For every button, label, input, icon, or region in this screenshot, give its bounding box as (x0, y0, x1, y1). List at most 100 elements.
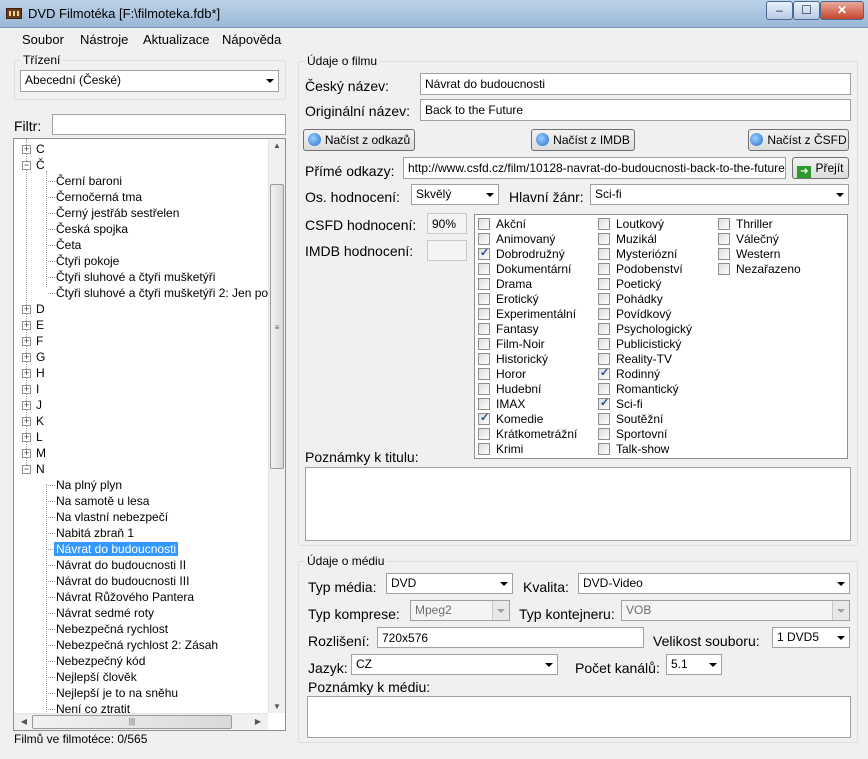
checkbox[interactable] (478, 233, 490, 245)
genre-checkbox-item[interactable]: Romantický (598, 382, 679, 396)
genre-checkbox-item[interactable]: Akční (478, 217, 526, 231)
load-from-csfd-button[interactable]: Načíst z ČSFD (748, 129, 849, 151)
tree-item[interactable]: Nejlepší člověk (56, 670, 137, 684)
expand-icon[interactable]: + (22, 401, 31, 410)
genre-checkbox-item[interactable]: Krimi (478, 442, 523, 456)
genre-checkbox-item[interactable]: Sportovní (598, 427, 667, 441)
genre-checkbox-item[interactable]: Erotický (478, 292, 539, 306)
tree-node-c-caron[interactable]: Č (36, 158, 45, 172)
compression-type-select[interactable]: Mpeg2 (410, 600, 510, 621)
scroll-left-arrow-icon[interactable]: ◀ (16, 717, 32, 726)
title-notes-textarea[interactable] (305, 467, 851, 541)
genre-checkbox-item[interactable]: Rodinný (598, 366, 660, 381)
tree-item-selected[interactable]: Návrat do budoucnosti (54, 542, 179, 556)
quality-select[interactable]: DVD-Video (578, 573, 850, 594)
genre-checkbox-item[interactable]: Fantasy (478, 322, 539, 336)
genre-checkbox-item[interactable]: Podobenství (598, 262, 683, 276)
checked-checkbox[interactable] (478, 411, 490, 425)
tree-hscroll-thumb[interactable]: ||| (32, 715, 232, 729)
tree-node-e[interactable]: E (36, 318, 44, 332)
container-type-select[interactable]: VOB (621, 600, 850, 621)
genre-checkbox-item[interactable]: Historický (478, 352, 548, 366)
checkbox[interactable] (598, 323, 610, 335)
genre-checkbox-item[interactable]: Komedie (478, 411, 543, 426)
resolution-input[interactable]: 720x576 (377, 627, 644, 648)
genre-checkbox-item[interactable]: Film-Noir (478, 337, 545, 351)
genre-checkbox-item[interactable]: Experimentální (478, 307, 576, 321)
checkbox[interactable] (598, 278, 610, 290)
genre-checkbox-item[interactable]: Krátkometrážní (478, 427, 577, 441)
load-from-imdb-button[interactable]: Načíst z IMDB (531, 129, 635, 151)
checkbox[interactable] (598, 383, 610, 395)
menu-napoveda[interactable]: Nápověda (222, 32, 281, 47)
media-type-select[interactable]: DVD (386, 573, 513, 594)
expand-icon[interactable]: + (22, 449, 31, 458)
tree-scroll-thumb[interactable]: ≡ (270, 184, 284, 469)
tree-item[interactable]: Nebezpečný kód (56, 654, 145, 668)
checkbox[interactable] (478, 353, 490, 365)
checkbox[interactable] (598, 293, 610, 305)
collapse-icon[interactable]: − (22, 465, 31, 474)
scroll-down-arrow-icon[interactable]: ▼ (269, 702, 285, 711)
tree-item[interactable]: Návrat sedmé roty (56, 606, 154, 620)
file-size-select[interactable]: 1 DVD5 (772, 627, 850, 648)
checkbox[interactable] (478, 308, 490, 320)
checkbox[interactable] (598, 308, 610, 320)
checkbox[interactable] (718, 233, 730, 245)
personal-rating-select[interactable]: Skvělý (411, 184, 499, 205)
tree-node-k[interactable]: K (36, 414, 44, 428)
tree-item[interactable]: Černý jestřáb sestřelen (56, 206, 179, 220)
checkbox[interactable] (478, 398, 490, 410)
checkbox[interactable] (718, 218, 730, 230)
checkbox[interactable] (478, 293, 490, 305)
tree-item[interactable]: Na samotě u lesa (56, 494, 149, 508)
expand-icon[interactable]: + (22, 145, 31, 154)
tree-horizontal-scrollbar[interactable]: ◀ ||| ▶ (14, 713, 268, 730)
expand-icon[interactable]: + (22, 417, 31, 426)
genre-checkbox-item[interactable]: Dokumentární (478, 262, 571, 276)
czech-title-input[interactable]: Návrat do budoucnosti (420, 73, 851, 95)
tree-item[interactable]: Nebezpečná rychlost 2: Zásah (56, 638, 218, 652)
expand-icon[interactable]: + (22, 337, 31, 346)
tree-item[interactable]: Na vlastní nebezpečí (56, 510, 168, 524)
tree-node-n[interactable]: N (36, 462, 45, 476)
genre-checkbox-item[interactable]: Western (718, 247, 780, 261)
genre-checkbox-item[interactable]: Reality-TV (598, 352, 672, 366)
tree-item[interactable]: Návrat Růžového Pantera (56, 590, 194, 604)
checkbox[interactable] (478, 428, 490, 440)
language-select[interactable]: CZ (351, 654, 558, 675)
genre-checkbox-item[interactable]: Drama (478, 277, 532, 291)
expand-icon[interactable]: + (22, 321, 31, 330)
checkbox[interactable] (598, 443, 610, 455)
tree-vertical-scrollbar[interactable]: ▲ ≡ ▼ (268, 139, 285, 713)
filter-input[interactable] (52, 114, 286, 135)
checkbox[interactable] (598, 353, 610, 365)
movie-tree[interactable]: + C − Č Černí baroni Černočerná tma Čern… (13, 138, 286, 731)
checked-checkbox[interactable] (478, 246, 490, 260)
genre-checkbox-item[interactable]: Thriller (718, 217, 773, 231)
tree-item[interactable]: Četa (56, 238, 81, 252)
menu-aktualizace[interactable]: Aktualizace (143, 32, 209, 47)
genre-checkbox-item[interactable]: Poetický (598, 277, 661, 291)
sort-select[interactable]: Abecední (České) (20, 70, 279, 92)
tree-item[interactable]: Čtyři pokoje (56, 254, 119, 268)
tree-node-f[interactable]: F (36, 334, 43, 348)
checked-checkbox[interactable] (598, 366, 610, 380)
expand-icon[interactable]: + (22, 385, 31, 394)
maximize-button[interactable]: ☐ (793, 1, 820, 20)
main-genre-select[interactable]: Sci-fi (590, 184, 849, 205)
channel-count-select[interactable]: 5.1 (666, 654, 722, 675)
tree-node-i[interactable]: I (36, 382, 39, 396)
checkbox[interactable] (598, 263, 610, 275)
genre-checkbox-item[interactable]: Dobrodružný (478, 246, 565, 261)
expand-icon[interactable]: + (22, 353, 31, 362)
scroll-up-arrow-icon[interactable]: ▲ (269, 141, 285, 150)
collapse-icon[interactable]: − (22, 161, 31, 170)
tree-node-h[interactable]: H (36, 366, 45, 380)
checkbox[interactable] (598, 248, 610, 260)
genre-checkbox-item[interactable]: Psychologický (598, 322, 692, 336)
go-button[interactable]: ➜ Přejít (792, 157, 849, 179)
tree-item[interactable]: Nabitá zbraň 1 (56, 526, 134, 540)
tree-node-g[interactable]: G (36, 350, 45, 364)
tree-node-d[interactable]: D (36, 302, 45, 316)
